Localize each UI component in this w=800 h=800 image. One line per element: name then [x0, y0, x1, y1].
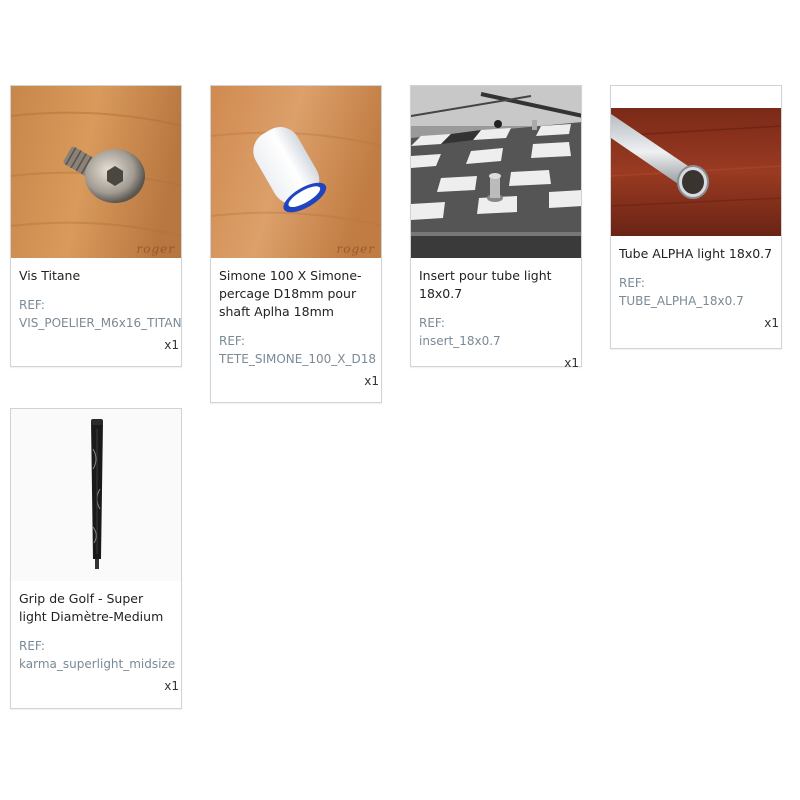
product-ref: REF: VIS_POELIER_M6x16_TITANE: [11, 296, 181, 332]
product-image[interactable]: [11, 409, 181, 581]
ref-value: insert_18x0.7: [419, 334, 501, 348]
ref-label: REF:: [19, 298, 45, 312]
product-card[interactable]: roger Simone 100 X Simone-percage D18mm …: [210, 85, 382, 403]
product-card[interactable]: roger Vis Titane REF: VIS_POELIER_M6x16_…: [10, 85, 182, 367]
product-image[interactable]: roger: [11, 86, 181, 258]
ref-value: VIS_POELIER_M6x16_TITANE: [19, 316, 181, 330]
chessboard-insert-icon: [411, 86, 581, 258]
product-card[interactable]: Insert pour tube light 18x0.7 REF: inser…: [410, 85, 582, 370]
product-quantity: x1: [764, 316, 779, 330]
ref-label: REF:: [219, 334, 245, 348]
product-image[interactable]: roger: [211, 86, 381, 258]
product-card[interactable]: Grip de Golf - Super light Diamètre-Medi…: [10, 408, 182, 709]
product-name[interactable]: Grip de Golf - Super light Diamètre-Medi…: [11, 581, 181, 626]
ref-value: karma_superlight_midsize: [19, 657, 176, 671]
image-watermark: roger: [136, 242, 175, 256]
product-quantity: x1: [164, 679, 179, 693]
white-cap-icon: [211, 86, 381, 258]
product-ref: REF: TUBE_ALPHA_18x0.7: [611, 274, 781, 310]
ref-value: TUBE_ALPHA_18x0.7: [619, 294, 744, 308]
ref-label: REF:: [619, 276, 645, 290]
ref-value: TETE_SIMONE_100_X_D18: [219, 352, 376, 366]
titanium-screw-icon: [11, 86, 181, 258]
golf-grip-icon: [11, 409, 181, 581]
product-name[interactable]: Vis Titane: [11, 258, 181, 285]
product-image[interactable]: [411, 86, 581, 258]
ref-label: REF:: [419, 316, 445, 330]
product-quantity: x1: [564, 356, 579, 370]
product-name[interactable]: Simone 100 X Simone-percage D18mm pour s…: [211, 258, 381, 321]
product-name[interactable]: Insert pour tube light 18x0.7: [411, 258, 581, 303]
product-quantity: x1: [164, 338, 179, 352]
product-name[interactable]: Tube ALPHA light 18x0.7: [611, 236, 781, 263]
product-quantity: x1: [364, 374, 379, 388]
product-image[interactable]: [611, 86, 781, 236]
product-ref: REF: karma_superlight_midsize: [11, 637, 181, 673]
product-ref: REF: TETE_SIMONE_100_X_D18: [211, 332, 381, 368]
product-card[interactable]: Tube ALPHA light 18x0.7 REF: TUBE_ALPHA_…: [610, 85, 782, 349]
image-watermark: roger: [336, 242, 375, 256]
aluminium-tube-icon: [611, 108, 781, 236]
ref-label: REF:: [19, 639, 45, 653]
product-ref: REF: insert_18x0.7: [411, 314, 581, 350]
